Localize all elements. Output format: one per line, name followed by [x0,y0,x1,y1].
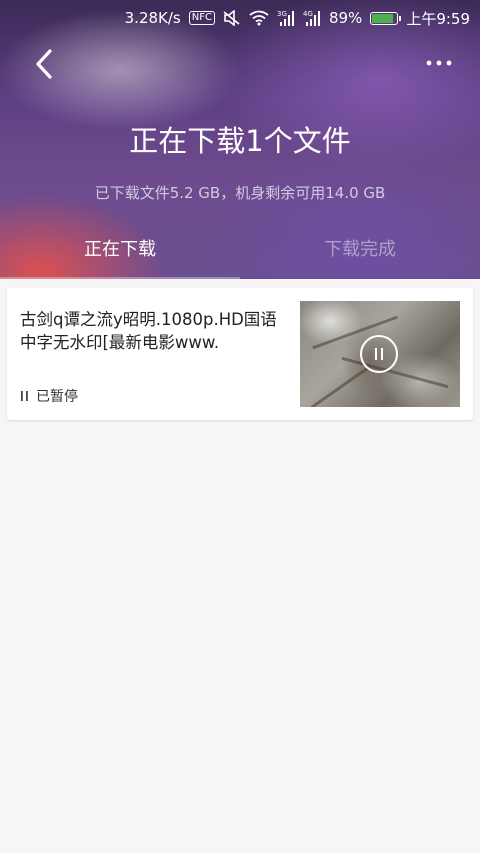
battery-icon [370,11,402,25]
tab-completed-label: 下载完成 [324,238,396,260]
more-dots-icon [426,60,452,66]
battery-percent: 89% [328,9,363,27]
tab-downloading-label: 正在下载 [84,238,156,260]
tab-downloading[interactable]: 正在下载 [0,216,240,279]
mute-icon [223,10,241,26]
battery-level [372,13,394,23]
storage-summary: 已下载文件5.2 GB，机身剩余可用14.0 GB [94,184,386,202]
back-button[interactable] [28,44,60,84]
signal-4g-label: 4G [303,10,313,18]
status-bar: 3.28K/s NFC 3G 4G 89% 上午9:59 [0,0,480,36]
signal-4g-icon: 4G [303,9,321,27]
signal-3g-icon: 3G [277,9,295,27]
page-title: 正在下载1个文件 [129,124,351,158]
tab-bar: 正在下载 下载完成 [0,216,480,279]
nfc-icon: NFC [188,11,215,25]
file-name: 古剑q谭之流y昭明.1080p.HD国语中字无水印[最新电影www. [20,310,277,352]
signal-3g-label: 3G [277,10,287,18]
download-status-label: 已暂停 [36,389,78,405]
thumbnail-detail [310,366,370,407]
pause-icon [21,391,28,401]
more-options-button[interactable] [424,48,454,78]
pause-icon [375,348,383,360]
chevron-left-icon [36,49,52,79]
wifi-icon [249,10,269,26]
network-speed: 3.28K/s [124,9,181,27]
video-thumbnail[interactable] [300,301,460,407]
clock: 上午9:59 [406,9,470,28]
tab-active-indicator [0,277,240,279]
header: 3.28K/s NFC 3G 4G 89% 上午9:59 正在下载1个文件 已下… [0,0,480,279]
download-item[interactable]: 古剑q谭之流y昭明.1080p.HD国语中字无水印[最新电影www. 已暂停 [7,288,473,420]
resume-button[interactable] [360,335,398,373]
download-status: 已暂停 [20,386,78,406]
tab-completed[interactable]: 下载完成 [240,216,480,279]
